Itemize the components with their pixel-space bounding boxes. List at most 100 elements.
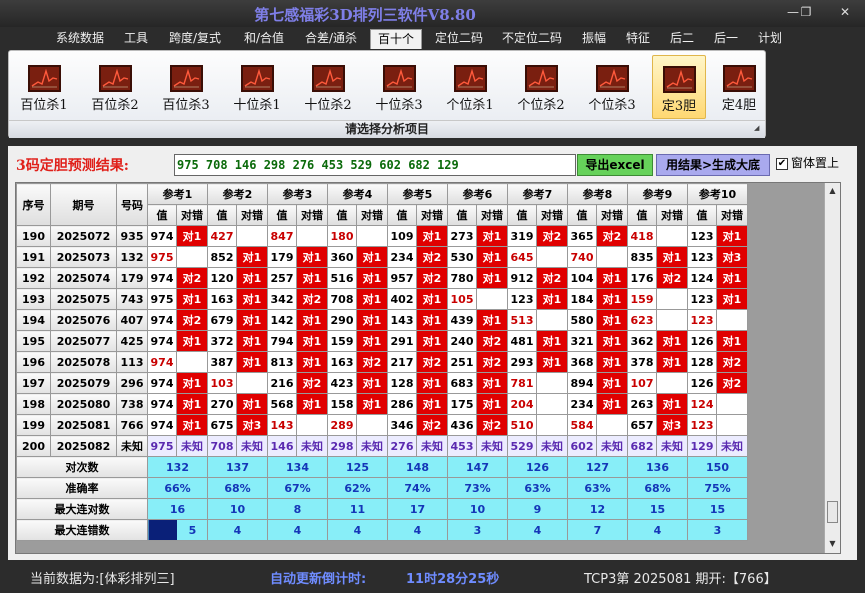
- cell-value: 418: [627, 225, 657, 247]
- ribbon-button-5[interactable]: 十位杀2: [301, 55, 355, 119]
- stats-value: 74%: [387, 477, 448, 499]
- cell-result: [656, 288, 688, 310]
- cell-result: 对2: [656, 267, 688, 289]
- row-number: 407: [116, 309, 148, 331]
- menu-span[interactable]: 跨度/复式: [162, 29, 228, 49]
- topmost-checkbox[interactable]: ✔ 窗体置上: [776, 155, 839, 173]
- menu-diff[interactable]: 合差/通杀: [300, 29, 362, 49]
- cell-value: 123: [687, 225, 717, 247]
- cell-result: 对1: [656, 330, 688, 352]
- cell-value: 179: [267, 246, 297, 268]
- stats-value: 5: [147, 519, 208, 541]
- cell-result: 对1: [236, 309, 268, 331]
- table-row[interactable]: 194 2025076 407 974 对2 679 对1 142 对1 290 对1 143 对1 43…: [16, 309, 748, 331]
- stats-value: 11: [327, 498, 388, 520]
- cell-value: 780: [447, 267, 477, 289]
- cell-result: [356, 414, 388, 436]
- ribbon-button-2[interactable]: 百位杀2: [88, 55, 142, 119]
- menu-bsg[interactable]: 百十个: [370, 29, 422, 49]
- cell-result: 对3: [236, 414, 268, 436]
- stats-value: 62%: [327, 477, 388, 499]
- cell-value: 286: [387, 393, 417, 415]
- row-number: 935: [116, 225, 148, 247]
- maximize-icon[interactable]: ❐: [794, 3, 818, 21]
- stats-value: 136: [627, 456, 688, 478]
- cell-value: 974: [147, 267, 177, 289]
- row-period: 2025073: [50, 246, 117, 268]
- header-sub-result: 对错: [416, 204, 448, 226]
- cell-value: 251: [447, 351, 477, 373]
- row-period: 2025079: [50, 372, 117, 394]
- cell-value: 623: [627, 309, 657, 331]
- data-grid: 序号 期号 号码 参考1 参考2 参考3 参考4 参考5 参考6 参考7 参考8 参考9 参考10 值对错…: [15, 182, 841, 554]
- table-row[interactable]: 191 2025073 132 975 852 对1 179 对1 360 对1 234 对2 530 对…: [16, 246, 748, 268]
- cell-result: 对1: [476, 246, 508, 268]
- ribbon-button-11[interactable]: 定4胆: [712, 55, 766, 119]
- ribbon-button-10[interactable]: 定3胆: [652, 55, 706, 119]
- header-sub-value: 值: [687, 204, 717, 226]
- scroll-thumb[interactable]: [827, 501, 838, 523]
- cell-result: 对1: [476, 309, 508, 331]
- cell-value: 346: [387, 414, 417, 436]
- cell-value: 142: [267, 309, 297, 331]
- cell-result: 未知: [656, 435, 688, 457]
- prediction-field[interactable]: 975 708 146 298 276 453 529 602 682 129: [174, 154, 576, 176]
- stats-label: 对次数: [16, 456, 148, 478]
- checkbox-icon[interactable]: ✔: [776, 157, 788, 170]
- ribbon-button-1[interactable]: 百位杀1: [17, 55, 71, 119]
- cell-value: 568: [267, 393, 297, 415]
- table-row[interactable]: 190 2025072 935 974 对1 427 847 180 109 对1 273 对1 319…: [16, 225, 748, 247]
- header-sub-value: 值: [627, 204, 657, 226]
- cell-value: 657: [627, 414, 657, 436]
- table-row[interactable]: 197 2025079 296 974 对1 103 216 对2 423 对1 128 对1 683 对…: [16, 372, 748, 394]
- cell-result: 对1: [476, 372, 508, 394]
- export-excel-button[interactable]: 导出excel: [577, 154, 653, 176]
- row-number: 743: [116, 288, 148, 310]
- ribbon-button-7[interactable]: 个位杀1: [443, 55, 497, 119]
- table-row[interactable]: 196 2025078 113 974 387 对1 813 对1 163 对2 217 对2 251 对…: [16, 351, 748, 373]
- close-icon[interactable]: ✕: [833, 3, 857, 21]
- cell-result: 对1: [416, 330, 448, 352]
- table-row[interactable]: 199 2025081 766 974 对1 675 对3 143 289 346 对2 436 对2 5…: [16, 414, 748, 436]
- ribbon-button-8[interactable]: 个位杀2: [514, 55, 568, 119]
- ribbon-button-4[interactable]: 十位杀1: [230, 55, 284, 119]
- menu-sum[interactable]: 和/合值: [236, 29, 292, 49]
- ribbon-launcher-icon[interactable]: ◢: [754, 124, 762, 132]
- table-row[interactable]: 200 2025082 未知 975 未知 708 未知 146 未知 298 未知 276 未知 453…: [16, 435, 748, 457]
- stats-value: 4: [207, 519, 268, 541]
- stats-value: 66%: [147, 477, 208, 499]
- menu-plan[interactable]: 计划: [752, 29, 788, 49]
- cell-result: 对2: [296, 372, 328, 394]
- vertical-scrollbar[interactable]: ▲ ▼: [824, 183, 840, 553]
- cell-value: 290: [327, 309, 357, 331]
- scroll-up-icon[interactable]: ▲: [826, 184, 839, 198]
- cell-value: 708: [327, 288, 357, 310]
- menu-feature[interactable]: 特征: [620, 29, 656, 49]
- scroll-down-icon[interactable]: ▼: [826, 537, 839, 551]
- cell-result: 对1: [296, 351, 328, 373]
- ribbon-button-3[interactable]: 百位杀3: [159, 55, 213, 119]
- table-row[interactable]: 198 2025080 738 974 对1 270 对1 568 对1 158 对1 286 对1 17…: [16, 393, 748, 415]
- table-row[interactable]: 192 2025074 179 974 对2 120 对1 257 对1 516 对1 957 对2 78…: [16, 267, 748, 289]
- menu-last2[interactable]: 后二: [664, 29, 700, 49]
- ribbon-button-6[interactable]: 十位杀3: [372, 55, 426, 119]
- stats-value: 125: [327, 456, 388, 478]
- cell-value: 794: [267, 330, 297, 352]
- menu-last1[interactable]: 后一: [708, 29, 744, 49]
- cell-value: 402: [387, 288, 417, 310]
- cell-result: 对2: [476, 351, 508, 373]
- cell-result: 对1: [476, 225, 508, 247]
- menu-pos2[interactable]: 定位二码: [430, 29, 488, 49]
- table-row[interactable]: 193 2025075 743 975 对1 163 对1 342 对2 708 对1 402 对1 10…: [16, 288, 748, 310]
- table-row[interactable]: 195 2025077 425 974 对1 372 对1 794 对1 159 对1 291 对1 24…: [16, 330, 748, 352]
- menu-tools[interactable]: 工具: [118, 29, 154, 49]
- cell-value: 217: [387, 351, 417, 373]
- menu-system-data[interactable]: 系统数据: [50, 29, 110, 49]
- menu-amplitude[interactable]: 振幅: [576, 29, 612, 49]
- ribbon-button-9[interactable]: 个位杀3: [585, 55, 639, 119]
- cell-value: 184: [567, 288, 597, 310]
- menu-nopos2[interactable]: 不定位二码: [496, 29, 568, 49]
- row-seq: 200: [16, 435, 51, 457]
- generate-base-button[interactable]: 用结果>生成大底: [656, 154, 770, 176]
- stats-value: 16: [147, 498, 208, 520]
